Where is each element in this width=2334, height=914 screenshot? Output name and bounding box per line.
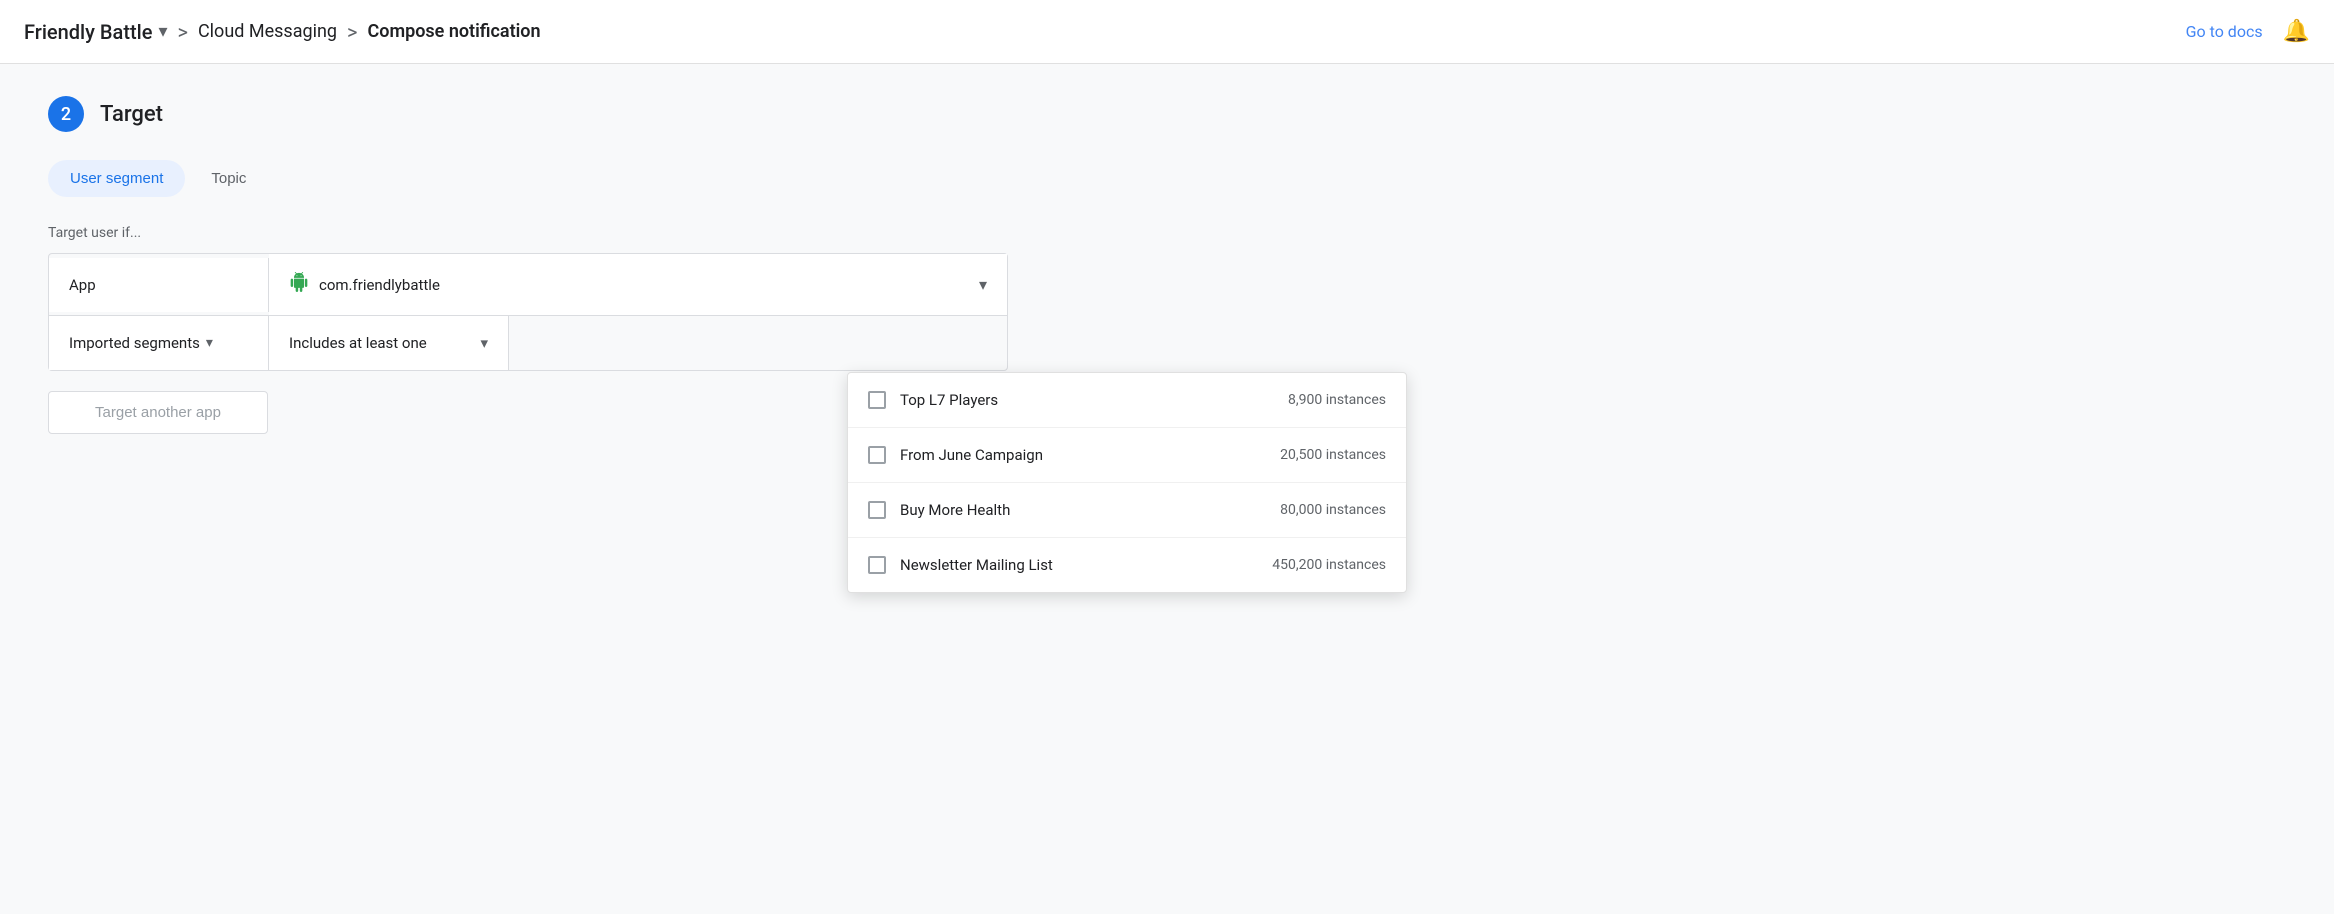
app-name-chevron-icon: ▾ <box>158 21 167 42</box>
topbar: Friendly Battle ▾ > Cloud Messaging > Co… <box>0 0 2334 64</box>
target-user-label: Target user if... <box>48 225 1352 241</box>
imported-segments-label: Imported segments <box>69 334 200 352</box>
segment-name-june-campaign: From June Campaign <box>900 446 1266 464</box>
go-to-docs-link[interactable]: Go to docs <box>2186 22 2263 41</box>
instance-count-buy-more-health: 80,000 instances <box>1280 502 1386 518</box>
app-id-value: com.friendlybattle <box>319 276 440 294</box>
includes-chevron-icon: ▾ <box>480 334 488 352</box>
instance-count-june-campaign: 20,500 instances <box>1280 447 1386 463</box>
imported-segments-dropdown-trigger[interactable]: Imported segments ▾ <box>69 334 248 352</box>
app-name-label: Friendly Battle <box>24 20 152 44</box>
segments-dropdown-panel: Top L7 Players 8,900 instances From June… <box>847 372 1407 593</box>
notification-bell-icon[interactable]: 🔔 <box>2283 19 2310 44</box>
android-icon <box>289 272 309 297</box>
app-name-dropdown[interactable]: Friendly Battle ▾ <box>24 20 168 44</box>
dropdown-item-buy-more-health[interactable]: Buy More Health 80,000 instances <box>848 483 1406 538</box>
checkbox-top-l7[interactable] <box>868 391 886 409</box>
condition-row-app: App com.friendlybattle ▾ <box>49 254 1007 316</box>
segment-name-newsletter: Newsletter Mailing List <box>900 556 1258 574</box>
dropdown-item-top-l7[interactable]: Top L7 Players 8,900 instances <box>848 373 1406 428</box>
topbar-left: Friendly Battle ▾ > Cloud Messaging > Co… <box>24 20 541 44</box>
imported-segments-chevron-icon: ▾ <box>206 335 213 351</box>
dropdown-item-newsletter[interactable]: Newsletter Mailing List 450,200 instance… <box>848 538 1406 592</box>
step-title: Target <box>100 102 163 127</box>
condition-row-segments: Imported segments ▾ Includes at least on… <box>49 316 1007 370</box>
step-number-circle: 2 <box>48 96 84 132</box>
step-header: 2 Target <box>48 96 1352 132</box>
app-cell-value[interactable]: com.friendlybattle ▾ <box>269 254 1007 315</box>
breadcrumb-separator-2: > <box>347 20 357 44</box>
app-cell-label: App <box>49 258 269 312</box>
topbar-right: Go to docs 🔔 <box>2186 19 2310 44</box>
target-another-app-button[interactable]: Target another app <box>48 391 268 434</box>
app-dropdown-chevron-icon[interactable]: ▾ <box>979 275 987 294</box>
segment-name-buy-more-health: Buy More Health <box>900 501 1266 519</box>
condition-table: App com.friendlybattle ▾ Imported segmen… <box>48 253 1008 371</box>
instance-count-top-l7: 8,900 instances <box>1288 392 1386 408</box>
main-content: 2 Target User segment Topic Target user … <box>0 64 1400 466</box>
checkbox-newsletter[interactable] <box>868 556 886 574</box>
breadcrumb-separator: > <box>178 20 188 44</box>
includes-cell[interactable]: Includes at least one ▾ <box>269 316 509 370</box>
breadcrumb-current-page: Compose notification <box>368 21 541 42</box>
instance-count-newsletter: 450,200 instances <box>1272 557 1386 573</box>
dropdown-item-june-campaign[interactable]: From June Campaign 20,500 instances <box>848 428 1406 483</box>
checkbox-june-campaign[interactable] <box>868 446 886 464</box>
checkbox-buy-more-health[interactable] <box>868 501 886 519</box>
imported-segments-cell-label[interactable]: Imported segments ▾ <box>49 316 269 370</box>
breadcrumb-cloud-messaging[interactable]: Cloud Messaging <box>198 21 337 42</box>
includes-label: Includes at least one <box>289 334 427 352</box>
segment-name-top-l7: Top L7 Players <box>900 391 1274 409</box>
tab-user-segment[interactable]: User segment <box>48 160 185 197</box>
tab-topic[interactable]: Topic <box>189 160 268 197</box>
target-tab-row: User segment Topic <box>48 160 1352 197</box>
